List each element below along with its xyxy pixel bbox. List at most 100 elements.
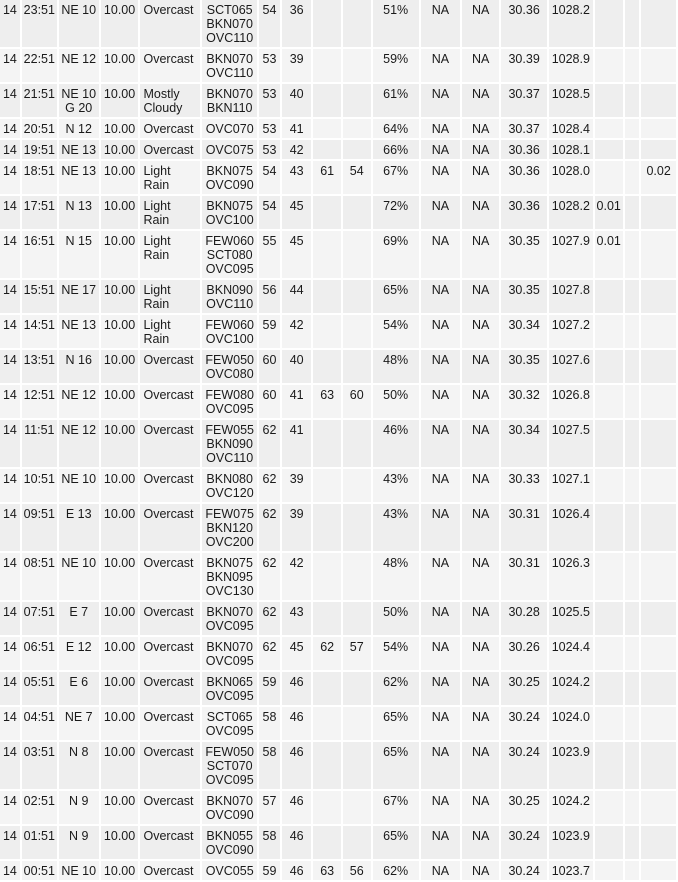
cell-6hr-min: 56	[342, 861, 371, 880]
cell-sea-level-pressure: 1024.2	[548, 791, 593, 824]
cell-sky-condition-line: OVC095	[205, 773, 254, 787]
cell-6hr-max	[313, 420, 341, 467]
cell-wind: NE 17	[58, 280, 99, 313]
cell-sky-condition-line: FEW055	[205, 423, 254, 437]
cell-day: 14	[0, 196, 20, 229]
cell-6hr-max	[313, 826, 341, 859]
cell-altimeter: 30.39	[501, 49, 547, 82]
cell-sky-condition: BKN065 OVC095	[202, 672, 258, 705]
cell-day: 14	[0, 672, 20, 705]
cell-wind-line: NE 10	[61, 556, 97, 570]
cell-precip-3hr	[624, 161, 640, 194]
cell-heat-index: NA	[462, 196, 500, 229]
cell-weather: Overcast	[140, 49, 201, 82]
cell-heat-index: NA	[462, 119, 500, 138]
cell-weather-line: Light	[143, 164, 171, 178]
table-row: 14 14:51 NE 13 10.00 Light Rain FEW060 OVC100 59…	[0, 315, 676, 348]
table-row: 14 23:51 NE 10 10.00 Overcast SCT065 BKN070 OVC…	[0, 0, 676, 47]
cell-precip-6hr	[641, 0, 676, 47]
cell-altimeter: 30.32	[501, 385, 547, 418]
cell-sky-condition-line: BKN120	[206, 521, 253, 535]
cell-dewpoint: 46	[281, 861, 312, 880]
cell-precip-6hr	[641, 140, 676, 159]
cell-precip-1hr	[594, 161, 623, 194]
cell-day: 14	[0, 350, 20, 383]
cell-day: 14	[0, 861, 20, 880]
cell-precip-3hr	[624, 0, 640, 47]
cell-6hr-min	[342, 140, 371, 159]
cell-relative-humidity: 50%	[372, 385, 419, 418]
cell-sea-level-pressure: 1028.9	[548, 49, 593, 82]
cell-sky-condition: FEW080 OVC095	[202, 385, 258, 418]
cell-visibility: 10.00	[100, 385, 139, 418]
cell-weather-line: Mostly	[143, 87, 180, 101]
cell-sea-level-pressure: 1027.8	[548, 280, 593, 313]
cell-relative-humidity: 65%	[372, 826, 419, 859]
cell-wind-line: G 20	[65, 101, 93, 115]
cell-wind-line: NE 13	[61, 318, 97, 332]
cell-sky-condition-line: OVC090	[205, 808, 254, 822]
cell-temperature: 62	[259, 602, 280, 635]
table-row: 14 11:51 NE 12 10.00 Overcast FEW055 BKN090 OVC…	[0, 420, 676, 467]
cell-sky-condition: BKN075 OVC100	[202, 196, 258, 229]
cell-wind: NE 12	[58, 420, 99, 467]
cell-sky-condition-line: OVC055	[205, 864, 254, 878]
cell-6hr-min	[342, 315, 371, 348]
cell-dewpoint: 42	[281, 553, 312, 600]
cell-weather-line: Light	[143, 234, 171, 248]
cell-wind-chill: NA	[420, 231, 461, 278]
cell-dewpoint: 43	[281, 602, 312, 635]
cell-precip-6hr	[641, 861, 676, 880]
cell-time: 15:51	[21, 280, 57, 313]
cell-wind-line: NE 13	[61, 164, 97, 178]
cell-altimeter: 30.25	[501, 672, 547, 705]
cell-wind: NE 10	[58, 0, 99, 47]
cell-6hr-min	[342, 553, 371, 600]
cell-day: 14	[0, 469, 20, 502]
cell-visibility: 10.00	[100, 140, 139, 159]
cell-relative-humidity: 48%	[372, 350, 419, 383]
cell-heat-index: NA	[462, 350, 500, 383]
cell-time: 12:51	[21, 385, 57, 418]
cell-heat-index: NA	[462, 553, 500, 600]
cell-sky-condition: BKN080 OVC120	[202, 469, 258, 502]
cell-weather: Overcast	[140, 140, 201, 159]
cell-relative-humidity: 62%	[372, 672, 419, 705]
cell-weather: Overcast	[140, 420, 201, 467]
cell-wind-line: NE 7	[64, 710, 93, 724]
cell-temperature: 57	[259, 791, 280, 824]
cell-temperature: 54	[259, 161, 280, 194]
cell-temperature: 60	[259, 385, 280, 418]
cell-temperature: 58	[259, 742, 280, 789]
cell-weather: Light Rain	[140, 161, 201, 194]
cell-weather-line: Rain	[143, 213, 170, 227]
cell-dewpoint: 43	[281, 161, 312, 194]
cell-dewpoint: 40	[281, 350, 312, 383]
cell-precip-1hr	[594, 707, 623, 740]
cell-precip-3hr	[624, 861, 640, 880]
cell-altimeter: 30.36	[501, 0, 547, 47]
cell-altimeter: 30.36	[501, 161, 547, 194]
cell-sea-level-pressure: 1023.7	[548, 861, 593, 880]
cell-precip-1hr	[594, 119, 623, 138]
cell-altimeter: 30.34	[501, 420, 547, 467]
cell-sea-level-pressure: 1023.9	[548, 742, 593, 789]
cell-precip-1hr	[594, 637, 623, 670]
cell-weather: Overcast	[140, 553, 201, 600]
cell-wind-line: N 9	[68, 794, 89, 808]
cell-heat-index: NA	[462, 504, 500, 551]
cell-altimeter: 30.37	[501, 84, 547, 117]
cell-visibility: 10.00	[100, 231, 139, 278]
cell-wind: NE 13	[58, 161, 99, 194]
cell-temperature: 53	[259, 140, 280, 159]
cell-wind-chill: NA	[420, 742, 461, 789]
cell-temperature: 59	[259, 861, 280, 880]
cell-6hr-min	[342, 420, 371, 467]
cell-precip-6hr	[641, 602, 676, 635]
cell-precip-3hr	[624, 84, 640, 117]
table-row: 14 19:51 NE 13 10.00 Overcast OVC075 53 42 66% NA…	[0, 140, 676, 159]
cell-sea-level-pressure: 1028.5	[548, 84, 593, 117]
cell-precip-6hr	[641, 196, 676, 229]
cell-day: 14	[0, 707, 20, 740]
cell-wind: N 8	[58, 742, 99, 789]
